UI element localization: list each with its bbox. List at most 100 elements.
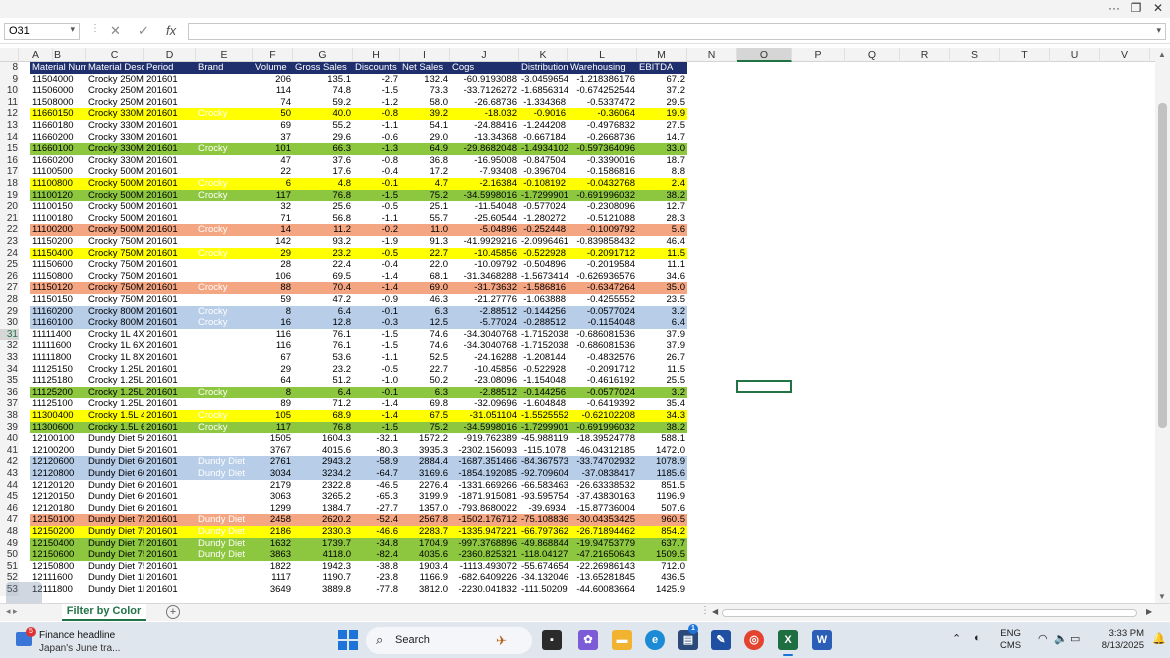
cell-l[interactable]: -26.63338532 [568, 480, 637, 492]
cell-k[interactable]: -1.586816 [519, 282, 568, 294]
cell-l[interactable]: -22.26986143 [568, 561, 637, 573]
cell-k[interactable]: -1.063888 [519, 294, 568, 306]
cell-j[interactable]: -32.09696 [450, 398, 519, 410]
cell-c[interactable]: Crocky 330ML [86, 143, 144, 155]
cell-b[interactable]: 12120600 [30, 456, 86, 468]
cell-m[interactable]: 712.0 [637, 561, 687, 573]
cell-h[interactable]: -0.3 [353, 317, 400, 329]
cell-e[interactable] [196, 74, 253, 86]
cell-h[interactable]: -0.5 [353, 247, 400, 260]
cell-m[interactable]: 35.4 [637, 398, 687, 410]
cell-l[interactable]: -0.1154048 [568, 317, 637, 329]
cell-i[interactable]: 1166.9 [400, 572, 450, 584]
cell-i[interactable]: 91.3 [400, 236, 450, 248]
cell-l[interactable]: -0.2668736 [568, 132, 637, 144]
cell-h[interactable]: -0.8 [353, 108, 400, 120]
cell-h[interactable]: -0.4 [353, 259, 400, 271]
task-view-icon[interactable]: ▪ [542, 630, 562, 650]
cell-e[interactable]: Dundy Diet [196, 549, 253, 561]
cell-l[interactable]: -0.5337472 [568, 97, 637, 109]
cell-i[interactable]: 69.8 [400, 398, 450, 410]
cell-m[interactable]: 35.0 [637, 282, 687, 294]
cell-k[interactable]: -45.988119 [519, 433, 568, 445]
cell-j[interactable]: -25.60544 [450, 213, 519, 225]
cell-e[interactable] [196, 445, 253, 457]
cell-m[interactable]: 14.7 [637, 132, 687, 144]
cell-j[interactable]: -5.77024 [450, 317, 519, 329]
cell-b[interactable]: 12150800 [30, 561, 86, 573]
cell-m[interactable]: 6.4 [637, 317, 687, 329]
chrome-icon[interactable]: ◎ [744, 630, 764, 650]
row-header[interactable]: 47 [0, 514, 19, 526]
cell-l[interactable]: -30.04353425 [568, 514, 637, 526]
cell-d[interactable]: 201601 [144, 584, 196, 596]
column-header-f[interactable]: F [253, 48, 293, 62]
row-header[interactable]: 46 [0, 502, 19, 515]
cell-i[interactable]: 54.1 [400, 120, 450, 132]
column-header-t[interactable]: T [1000, 48, 1050, 62]
edge-icon[interactable]: e [645, 630, 665, 650]
row-header[interactable]: 34 [0, 363, 19, 376]
cell-h[interactable]: -1.4 [353, 282, 400, 294]
row-header[interactable]: 39 [0, 421, 19, 434]
cell-i[interactable]: 58.0 [400, 97, 450, 109]
cell-h[interactable]: -1.5 [353, 189, 400, 202]
cell-b[interactable]: 12100200 [30, 445, 86, 457]
cell-i[interactable]: 75.2 [400, 421, 450, 434]
cell-b[interactable]: 11504000 [30, 74, 86, 86]
cell-d[interactable]: 201601 [144, 456, 196, 468]
row-header[interactable]: 8 [0, 62, 19, 74]
cell-d[interactable]: 201601 [144, 236, 196, 248]
cell-c[interactable]: Crocky 1.25L [86, 386, 144, 399]
column-title[interactable]: Distribution [519, 62, 568, 74]
cell-e[interactable] [196, 584, 253, 596]
cell-c[interactable]: Crocky 250ML [86, 85, 144, 97]
cell-h[interactable]: -1.2 [353, 97, 400, 109]
cell-c[interactable]: Crocky 250ML [86, 97, 144, 109]
cell-g[interactable]: 1739.7 [293, 537, 353, 550]
cell-e[interactable]: Crocky [196, 421, 253, 434]
cell-c[interactable]: Crocky 500ML [86, 213, 144, 225]
cell-c[interactable]: Crocky 1L 8X [86, 352, 144, 364]
cell-m[interactable]: 588.1 [637, 433, 687, 445]
cell-c[interactable]: Crocky 500ML [86, 224, 144, 236]
cell-b[interactable]: 11508000 [30, 97, 86, 109]
cell-l[interactable]: -0.691996032 [568, 189, 637, 202]
column-header-i[interactable]: I [400, 48, 450, 62]
cell-g[interactable]: 56.8 [293, 213, 353, 225]
cell-k[interactable]: -1.7299901 [519, 421, 568, 434]
cell-g[interactable]: 69.5 [293, 271, 353, 283]
cell-b[interactable]: 11111800 [30, 352, 86, 364]
cell-k[interactable]: -0.847504 [519, 155, 568, 167]
cell-b[interactable]: 12100100 [30, 433, 86, 445]
row-header[interactable]: 15 [0, 143, 19, 155]
cell-e[interactable]: Crocky [196, 108, 253, 120]
more-options-icon[interactable]: ··· [1104, 1, 1124, 15]
row-header[interactable]: 40 [0, 433, 19, 445]
cell-g[interactable]: 4015.6 [293, 445, 353, 457]
cell-l[interactable]: -0.2308096 [568, 201, 637, 213]
cell-g[interactable]: 29.6 [293, 132, 353, 144]
cell-b[interactable]: 11125100 [30, 398, 86, 410]
expand-formula-icon[interactable]: ▾ [1156, 25, 1161, 36]
cell-f[interactable]: 3063 [253, 491, 293, 503]
cell-k[interactable]: -3.0459654 [519, 74, 568, 86]
cell-l[interactable]: -0.597364096 [568, 143, 637, 155]
cell-h[interactable]: -0.6 [353, 132, 400, 144]
cell-i[interactable]: 2567.8 [400, 514, 450, 526]
cell-d[interactable]: 201601 [144, 549, 196, 561]
cell-b[interactable]: 11150800 [30, 271, 86, 283]
column-header-n[interactable]: N [687, 48, 737, 62]
cell-b[interactable]: 11506000 [30, 85, 86, 97]
cell-c[interactable]: Crocky 1.5L 4 [86, 410, 144, 422]
cell-m[interactable]: 33.0 [637, 143, 687, 155]
row-header[interactable]: 37 [0, 398, 19, 410]
cell-h[interactable]: -58.9 [353, 456, 400, 468]
cell-l[interactable]: -0.62102208 [568, 410, 637, 422]
cell-g[interactable]: 53.6 [293, 352, 353, 364]
cell-j[interactable]: -31.051104 [450, 410, 519, 422]
cell-k[interactable]: -0.144256 [519, 305, 568, 318]
cell-c[interactable]: Crocky 500ML [86, 166, 144, 178]
cell-h[interactable]: -0.5 [353, 201, 400, 213]
cell-m[interactable]: 960.5 [637, 514, 687, 526]
